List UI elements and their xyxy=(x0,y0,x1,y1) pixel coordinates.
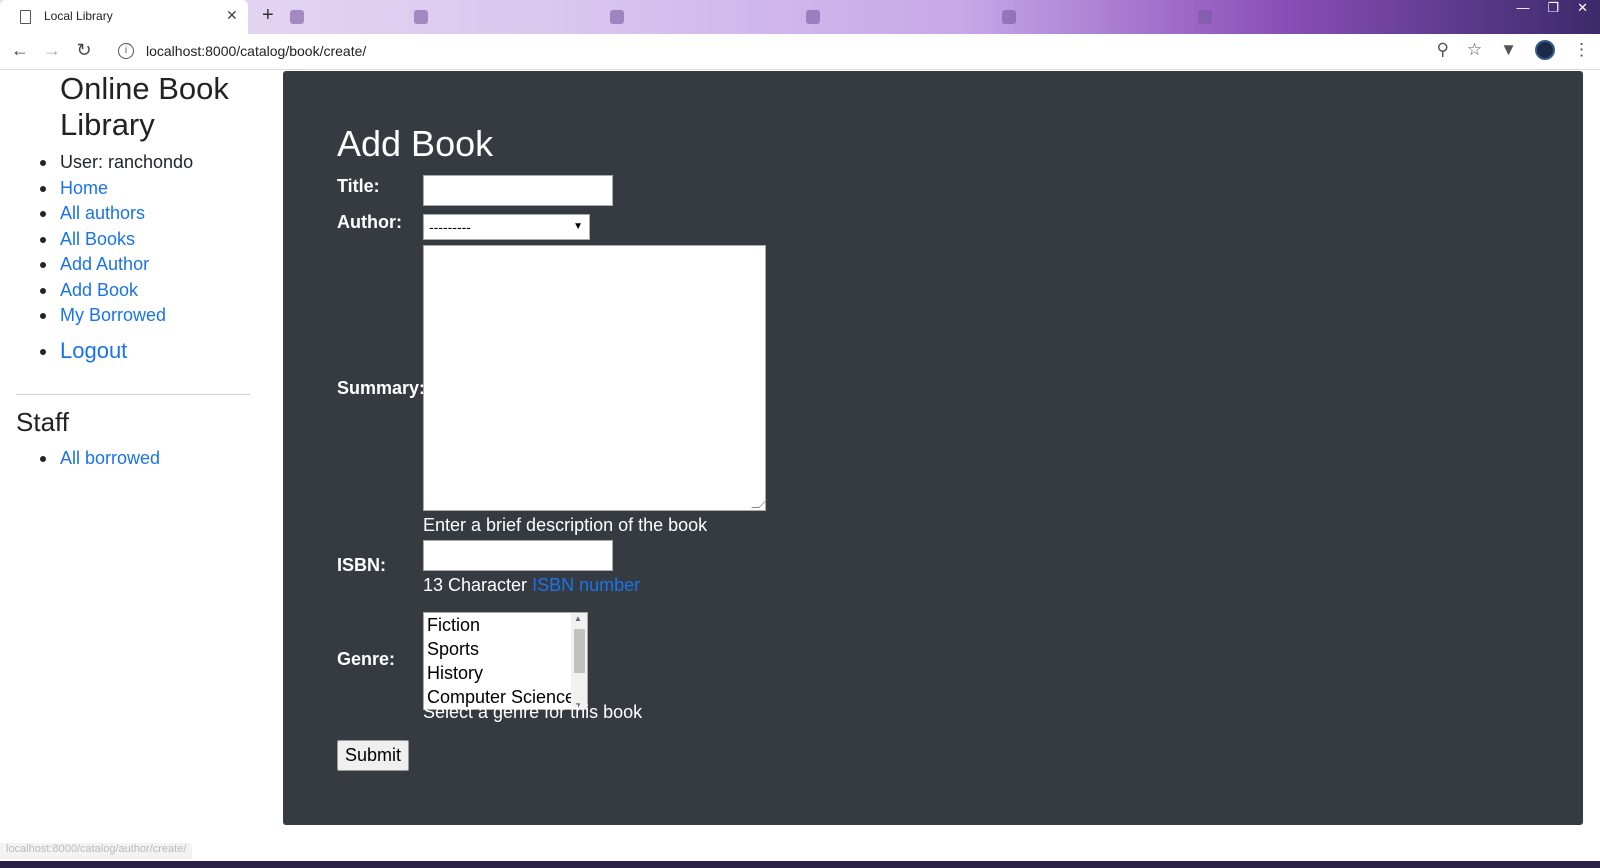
url-text: localhost:8000/catalog/book/create/ xyxy=(146,43,367,59)
sidebar-item-add-book[interactable]: Add Book xyxy=(39,278,193,304)
all-borrowed-link[interactable]: All borrowed xyxy=(60,448,160,468)
sidebar-divider xyxy=(16,394,250,395)
sidebar-item-all-authors[interactable]: All authors xyxy=(39,201,193,227)
background-tab[interactable] xyxy=(1002,8,1016,26)
reload-icon[interactable]: ↻ xyxy=(72,40,96,61)
window-controls: — ❐ ✕ xyxy=(1504,0,1600,18)
site-title: Online Book Library xyxy=(60,71,229,142)
page-title: Add Book xyxy=(337,123,494,164)
genre-listbox[interactable]: Fiction Sports History Computer Science … xyxy=(423,612,588,710)
sidebar-item-add-author[interactable]: Add Author xyxy=(39,252,193,278)
new-tab-icon[interactable]: + xyxy=(262,4,274,27)
page-icon xyxy=(20,10,31,24)
all-authors-link[interactable]: All authors xyxy=(60,203,145,223)
isbn-help-text: 13 Character ISBN number xyxy=(423,575,640,596)
site-info-icon[interactable]: i xyxy=(118,43,134,59)
extension-icon[interactable]: ▼ xyxy=(1500,40,1517,60)
staff-nav: All borrowed xyxy=(39,446,160,471)
isbn-number-link[interactable]: ISBN number xyxy=(532,575,640,595)
submit-button[interactable]: Submit xyxy=(337,740,409,771)
profile-avatar-icon[interactable] xyxy=(1535,40,1555,60)
tab-favicon-icon xyxy=(806,10,820,24)
author-select[interactable]: --------- ▼ xyxy=(423,214,590,240)
background-tab[interactable] xyxy=(610,8,624,26)
toolbar-right: ⚲ ☆ ▼ ⋮ xyxy=(1436,40,1590,60)
home-link[interactable]: Home xyxy=(60,178,108,198)
menu-icon[interactable]: ⋮ xyxy=(1573,40,1590,60)
tab-title: Local Library xyxy=(44,9,113,23)
background-tab[interactable] xyxy=(414,8,428,26)
bookmark-star-icon[interactable]: ☆ xyxy=(1467,40,1482,60)
scroll-up-icon[interactable]: ▲ xyxy=(574,614,582,623)
genre-option[interactable]: History xyxy=(424,661,587,685)
zoom-icon[interactable]: ⚲ xyxy=(1436,40,1448,60)
close-window-icon[interactable]: ✕ xyxy=(1577,0,1588,18)
user-label: User: ranchondo xyxy=(60,152,194,172)
all-books-link[interactable]: All Books xyxy=(60,229,135,249)
background-tab[interactable] xyxy=(1198,8,1212,26)
author-selected-value: --------- xyxy=(429,219,471,235)
address-bar[interactable]: i localhost:8000/catalog/book/create/ xyxy=(110,37,1450,65)
summary-help-text: Enter a brief description of the book xyxy=(423,515,708,535)
sidebar-item-all-books[interactable]: All Books xyxy=(39,227,193,253)
author-label: Author: xyxy=(337,212,402,232)
sidebar-item-logout[interactable]: Logout xyxy=(39,333,193,368)
staff-heading: Staff xyxy=(16,407,70,437)
add-author-link[interactable]: Add Author xyxy=(60,254,149,274)
tab-favicon-icon xyxy=(414,10,428,24)
title-input[interactable] xyxy=(423,175,613,206)
resize-grip-icon[interactable] xyxy=(751,500,767,508)
sidebar-item-user: User: ranchondo xyxy=(39,150,194,176)
tab-strip: Local Library ✕ + — ❐ ✕ xyxy=(0,0,1600,34)
genre-help-text: Select a genre for this book xyxy=(423,702,643,722)
genre-option[interactable]: Sports xyxy=(424,637,587,661)
restore-icon[interactable]: ❐ xyxy=(1547,0,1559,18)
tab-favicon-icon xyxy=(1198,10,1212,24)
os-taskbar xyxy=(0,861,1600,868)
isbn-label: ISBN: xyxy=(337,555,386,575)
my-borrowed-link[interactable]: My Borrowed xyxy=(60,305,166,325)
tab-favicon-icon xyxy=(1002,10,1016,24)
status-bar-url: localhost:8000/catalog/author/create/ xyxy=(0,843,193,859)
genre-option[interactable]: Fiction xyxy=(424,613,587,637)
tab-local-library[interactable]: Local Library ✕ xyxy=(0,0,248,34)
tab-favicon-icon xyxy=(290,10,304,24)
dropdown-arrow-icon: ▼ xyxy=(573,221,583,232)
title-label: Title: xyxy=(337,176,380,196)
page: Online Book Library User: ranchondo Home… xyxy=(0,71,1600,843)
isbn-input[interactable] xyxy=(423,540,613,571)
main-content: Add Book Title: Author: --------- ▼ Summ… xyxy=(283,71,1583,825)
sidebar-item-my-borrowed[interactable]: My Borrowed xyxy=(39,303,193,329)
forward-icon[interactable]: → xyxy=(40,40,64,61)
close-tab-icon[interactable]: ✕ xyxy=(226,7,238,24)
scroll-thumb[interactable] xyxy=(574,629,585,673)
sidebar-item-home[interactable]: Home xyxy=(39,176,193,202)
summary-label: Summary: xyxy=(337,378,426,398)
summary-textarea[interactable] xyxy=(423,245,767,511)
back-icon[interactable]: ← xyxy=(8,40,32,61)
genre-label: Genre: xyxy=(337,649,396,669)
background-tab[interactable] xyxy=(290,8,304,26)
isbn-help-prefix: 13 Character xyxy=(423,575,533,595)
sidebar-item-all-borrowed[interactable]: All borrowed xyxy=(39,446,160,471)
minimize-icon[interactable]: — xyxy=(1516,0,1529,18)
logout-link[interactable]: Logout xyxy=(60,338,127,363)
add-book-link[interactable]: Add Book xyxy=(60,280,138,300)
sidebar-nav: User: ranchondo Home All authors All Boo… xyxy=(39,150,194,368)
browser-toolbar: ← → ↻ i localhost:8000/catalog/book/crea… xyxy=(0,34,1600,70)
tab-favicon-icon xyxy=(610,10,624,24)
background-tab[interactable] xyxy=(806,8,820,26)
genre-scrollbar[interactable]: ▲ ▼ xyxy=(571,613,587,709)
